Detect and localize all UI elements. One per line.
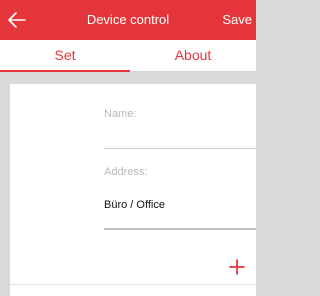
active-tab-indicator	[0, 70, 130, 72]
page-title: Device control	[86, 12, 170, 27]
device-control-screen: Device control Save Set About Name: Addr…	[0, 0, 256, 296]
divider	[10, 284, 256, 285]
address-label: Address:	[104, 166, 148, 178]
name-field-underline	[104, 148, 256, 149]
save-button[interactable]: Save	[222, 12, 252, 27]
tab-about[interactable]: About	[130, 40, 256, 72]
plus-icon	[229, 259, 245, 275]
arrow-left-icon	[8, 12, 26, 28]
tab-set[interactable]: Set	[0, 40, 130, 72]
back-button[interactable]	[6, 9, 28, 31]
name-field[interactable]	[104, 124, 256, 146]
tab-bar: Set About	[0, 40, 256, 72]
app-bar: Device control Save	[0, 0, 256, 40]
address-field-underline	[104, 228, 256, 230]
add-button[interactable]	[228, 258, 246, 276]
name-label: Name:	[104, 108, 137, 120]
address-value: Büro / Office	[104, 199, 165, 211]
